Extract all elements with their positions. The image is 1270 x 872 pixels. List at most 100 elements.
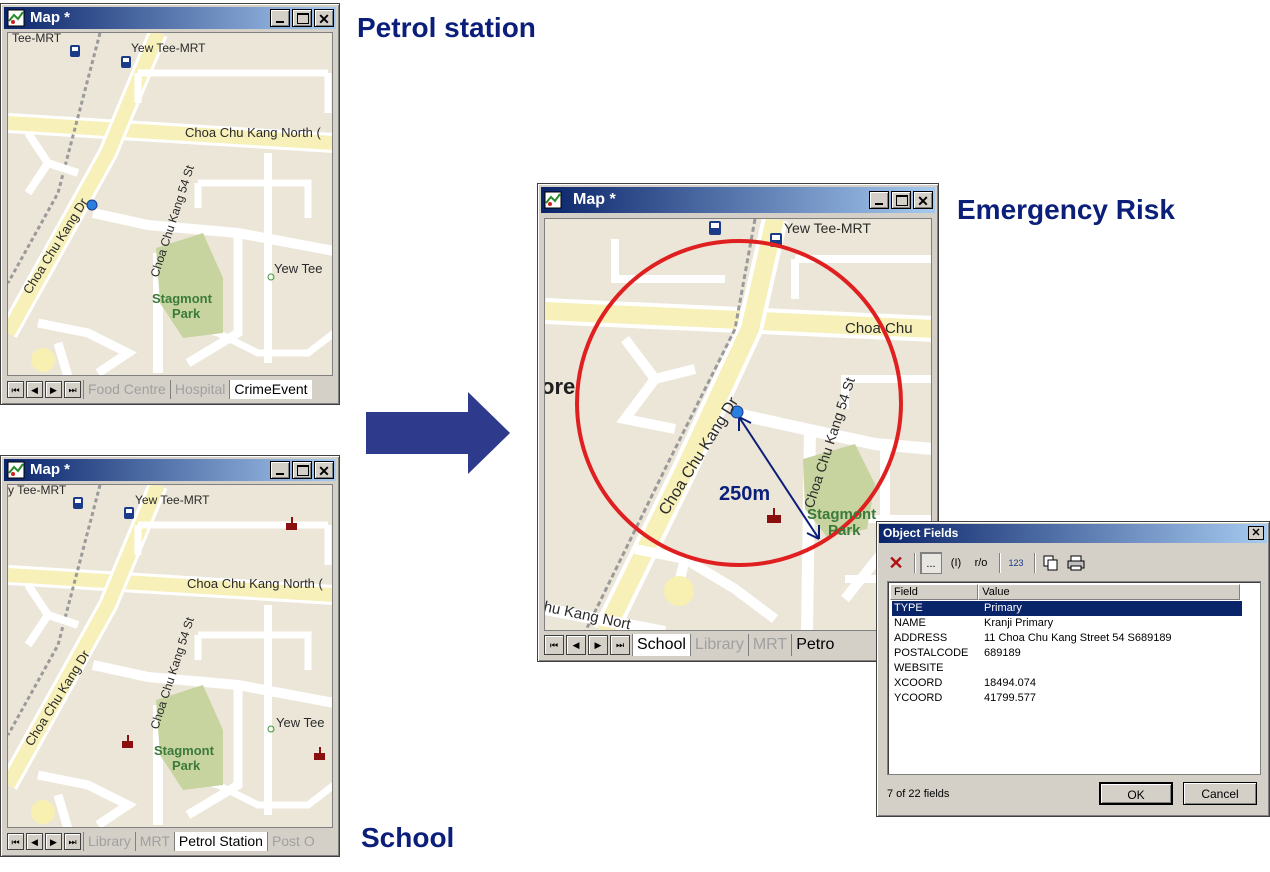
grid-header: Field Value xyxy=(890,584,1240,600)
tab-mrt[interactable]: MRT xyxy=(134,831,174,851)
field-name: WEBSITE xyxy=(894,662,944,674)
map-window-titlebar[interactable]: Map * ✕ xyxy=(541,187,935,213)
field-name: NAME xyxy=(894,617,926,629)
table-row[interactable]: ADDRESS 11 Choa Chu Kang Street 54 S6891… xyxy=(892,631,1242,646)
map-label-mrt: Yew Tee-MRT xyxy=(135,493,210,507)
field-name: TYPE xyxy=(894,602,923,614)
table-row[interactable]: POSTALCODE 689189 xyxy=(892,646,1242,661)
dialog-title: Object Fields xyxy=(883,526,959,540)
map-label-yew-tee: Yew Tee xyxy=(276,715,324,730)
close-button[interactable]: ✕ xyxy=(314,461,334,479)
next-layer-button[interactable]: ▶ xyxy=(45,380,62,398)
toolbar-separator xyxy=(999,553,1001,573)
fields-grid[interactable]: Field Value TYPE Primary NAME Kranji Pri… xyxy=(887,581,1261,775)
map-poi-circle xyxy=(664,576,694,606)
school-icon[interactable] xyxy=(767,508,781,523)
radius-label: 250m xyxy=(719,483,770,505)
minimize-button[interactable] xyxy=(270,461,290,479)
tab-school[interactable]: School xyxy=(632,634,690,656)
map-label-park-line2: Park xyxy=(172,758,201,773)
map-label-road-north: Choa Chu Kang North ( xyxy=(185,125,322,140)
dialog-titlebar[interactable]: Object Fields ✕ xyxy=(879,524,1267,543)
tab-petrol-station[interactable]: Petrol Station xyxy=(173,831,267,851)
close-button[interactable]: ✕ xyxy=(314,9,334,27)
copy-icon[interactable] xyxy=(1040,552,1062,574)
mrt-icon xyxy=(70,45,131,68)
map-app-icon xyxy=(544,191,562,209)
maximize-button[interactable] xyxy=(891,191,911,209)
cancel-button[interactable]: Cancel xyxy=(1183,782,1257,805)
field-value xyxy=(984,661,1242,676)
table-row[interactable]: XCOORD 18494.074 xyxy=(892,676,1242,691)
field-value: 41799.577 xyxy=(984,692,1036,704)
table-row[interactable]: TYPE Primary xyxy=(892,601,1242,616)
layer-tab-bar: ⏮ ◀ ▶ ⏭ Food Centre Hospital CrimeEvent xyxy=(7,378,333,400)
index-tool-button[interactable]: (I) xyxy=(945,552,967,574)
column-header-value[interactable]: Value xyxy=(978,584,1240,600)
map-label-yew-tee: Yew Tee xyxy=(274,261,322,276)
next-layer-button[interactable]: ▶ xyxy=(588,635,608,655)
maximize-button[interactable] xyxy=(292,461,312,479)
map-label-ore: ore xyxy=(545,374,575,399)
map-window-titlebar[interactable]: Map * ✕ xyxy=(4,7,336,29)
minimize-button[interactable] xyxy=(869,191,889,209)
map-app-icon xyxy=(7,461,25,479)
tab-crime-event[interactable]: CrimeEvent xyxy=(229,379,312,399)
ok-button[interactable]: OK xyxy=(1099,782,1173,805)
map-label-park-line1: Stagmont xyxy=(807,506,876,523)
caption-petrol-station: Petrol station xyxy=(357,12,536,43)
dialog-close-button[interactable]: ✕ xyxy=(1248,526,1264,540)
tab-hospital[interactable]: Hospital xyxy=(169,379,230,399)
map-app-icon xyxy=(7,9,25,27)
table-row[interactable]: YCOORD 41799.577 xyxy=(892,691,1242,706)
tab-petrol[interactable]: Petro xyxy=(791,634,838,656)
readonly-tool-button[interactable]: r/o xyxy=(970,552,992,574)
next-layer-button[interactable]: ▶ xyxy=(45,832,62,850)
window-title: Map * xyxy=(573,191,616,208)
table-row[interactable]: WEBSITE xyxy=(892,661,1242,676)
print-icon[interactable] xyxy=(1065,552,1087,574)
minimize-button[interactable] xyxy=(270,9,290,27)
prev-layer-button[interactable]: ◀ xyxy=(26,832,43,850)
delete-icon[interactable]: ✕ xyxy=(885,552,907,574)
numeric-format-button[interactable]: 123 xyxy=(1005,552,1027,574)
first-layer-button[interactable]: ⏮ xyxy=(7,380,24,398)
last-layer-button[interactable]: ⏭ xyxy=(64,832,81,850)
tab-food-centre[interactable]: Food Centre xyxy=(83,379,170,399)
table-row[interactable]: NAME Kranji Primary xyxy=(892,616,1242,631)
field-count-status: 7 of 22 fields xyxy=(887,788,950,800)
tab-mrt[interactable]: MRT xyxy=(747,634,791,656)
dialog-toolbar: ✕ ... (I) r/o 123 xyxy=(885,550,1090,576)
prev-layer-button[interactable]: ◀ xyxy=(566,635,586,655)
prev-layer-button[interactable]: ◀ xyxy=(26,380,43,398)
last-layer-button[interactable]: ⏭ xyxy=(64,380,81,398)
map-label-park-line2: Park xyxy=(828,522,861,539)
tab-library[interactable]: Library xyxy=(689,634,748,656)
map-label-road-north: Choa Chu xyxy=(845,320,913,337)
tab-post-office[interactable]: Post O xyxy=(266,831,319,851)
close-button[interactable]: ✕ xyxy=(913,191,933,209)
map-poi-circle xyxy=(31,348,55,372)
object-fields-dialog: Object Fields ✕ ✕ ... (I) r/o 123 Field … xyxy=(876,521,1270,817)
map-label-mrt-partial: y Tee-MRT xyxy=(8,485,67,497)
window-title: Map * xyxy=(30,461,71,478)
toolbar-separator xyxy=(914,553,916,573)
map-canvas[interactable]: Tee-MRT Yew Tee-MRT Choa Chu Kang North … xyxy=(7,32,333,376)
layer-tab-bar: ⏮ ◀ ▶ ⏭ School Library MRT Petro xyxy=(544,633,932,657)
map-canvas[interactable]: 250m Yew Tee-MRT Choa Chu ore Choa Chu K… xyxy=(544,218,932,631)
tab-library[interactable]: Library xyxy=(83,831,135,851)
field-name: YCOORD xyxy=(894,692,943,704)
map-label-mrt: Yew Tee-MRT xyxy=(784,220,871,236)
maximize-button[interactable] xyxy=(292,9,312,27)
map-label-park-line2: Park xyxy=(172,306,201,321)
first-layer-button[interactable]: ⏮ xyxy=(7,832,24,850)
map-window-titlebar[interactable]: Map * ✕ xyxy=(4,459,336,481)
toolbar-separator xyxy=(1034,553,1036,573)
first-layer-button[interactable]: ⏮ xyxy=(544,635,564,655)
field-value: Kranji Primary xyxy=(984,617,1054,629)
column-header-field[interactable]: Field xyxy=(890,584,979,600)
ellipsis-tool-button[interactable]: ... xyxy=(920,552,942,574)
map-window-school: Map * ✕ y Tee-MRT Yew Tee-MRT Choa Chu K… xyxy=(0,455,340,857)
last-layer-button[interactable]: ⏭ xyxy=(610,635,630,655)
map-canvas[interactable]: y Tee-MRT Yew Tee-MRT Choa Chu Kang Nort… xyxy=(7,484,333,828)
